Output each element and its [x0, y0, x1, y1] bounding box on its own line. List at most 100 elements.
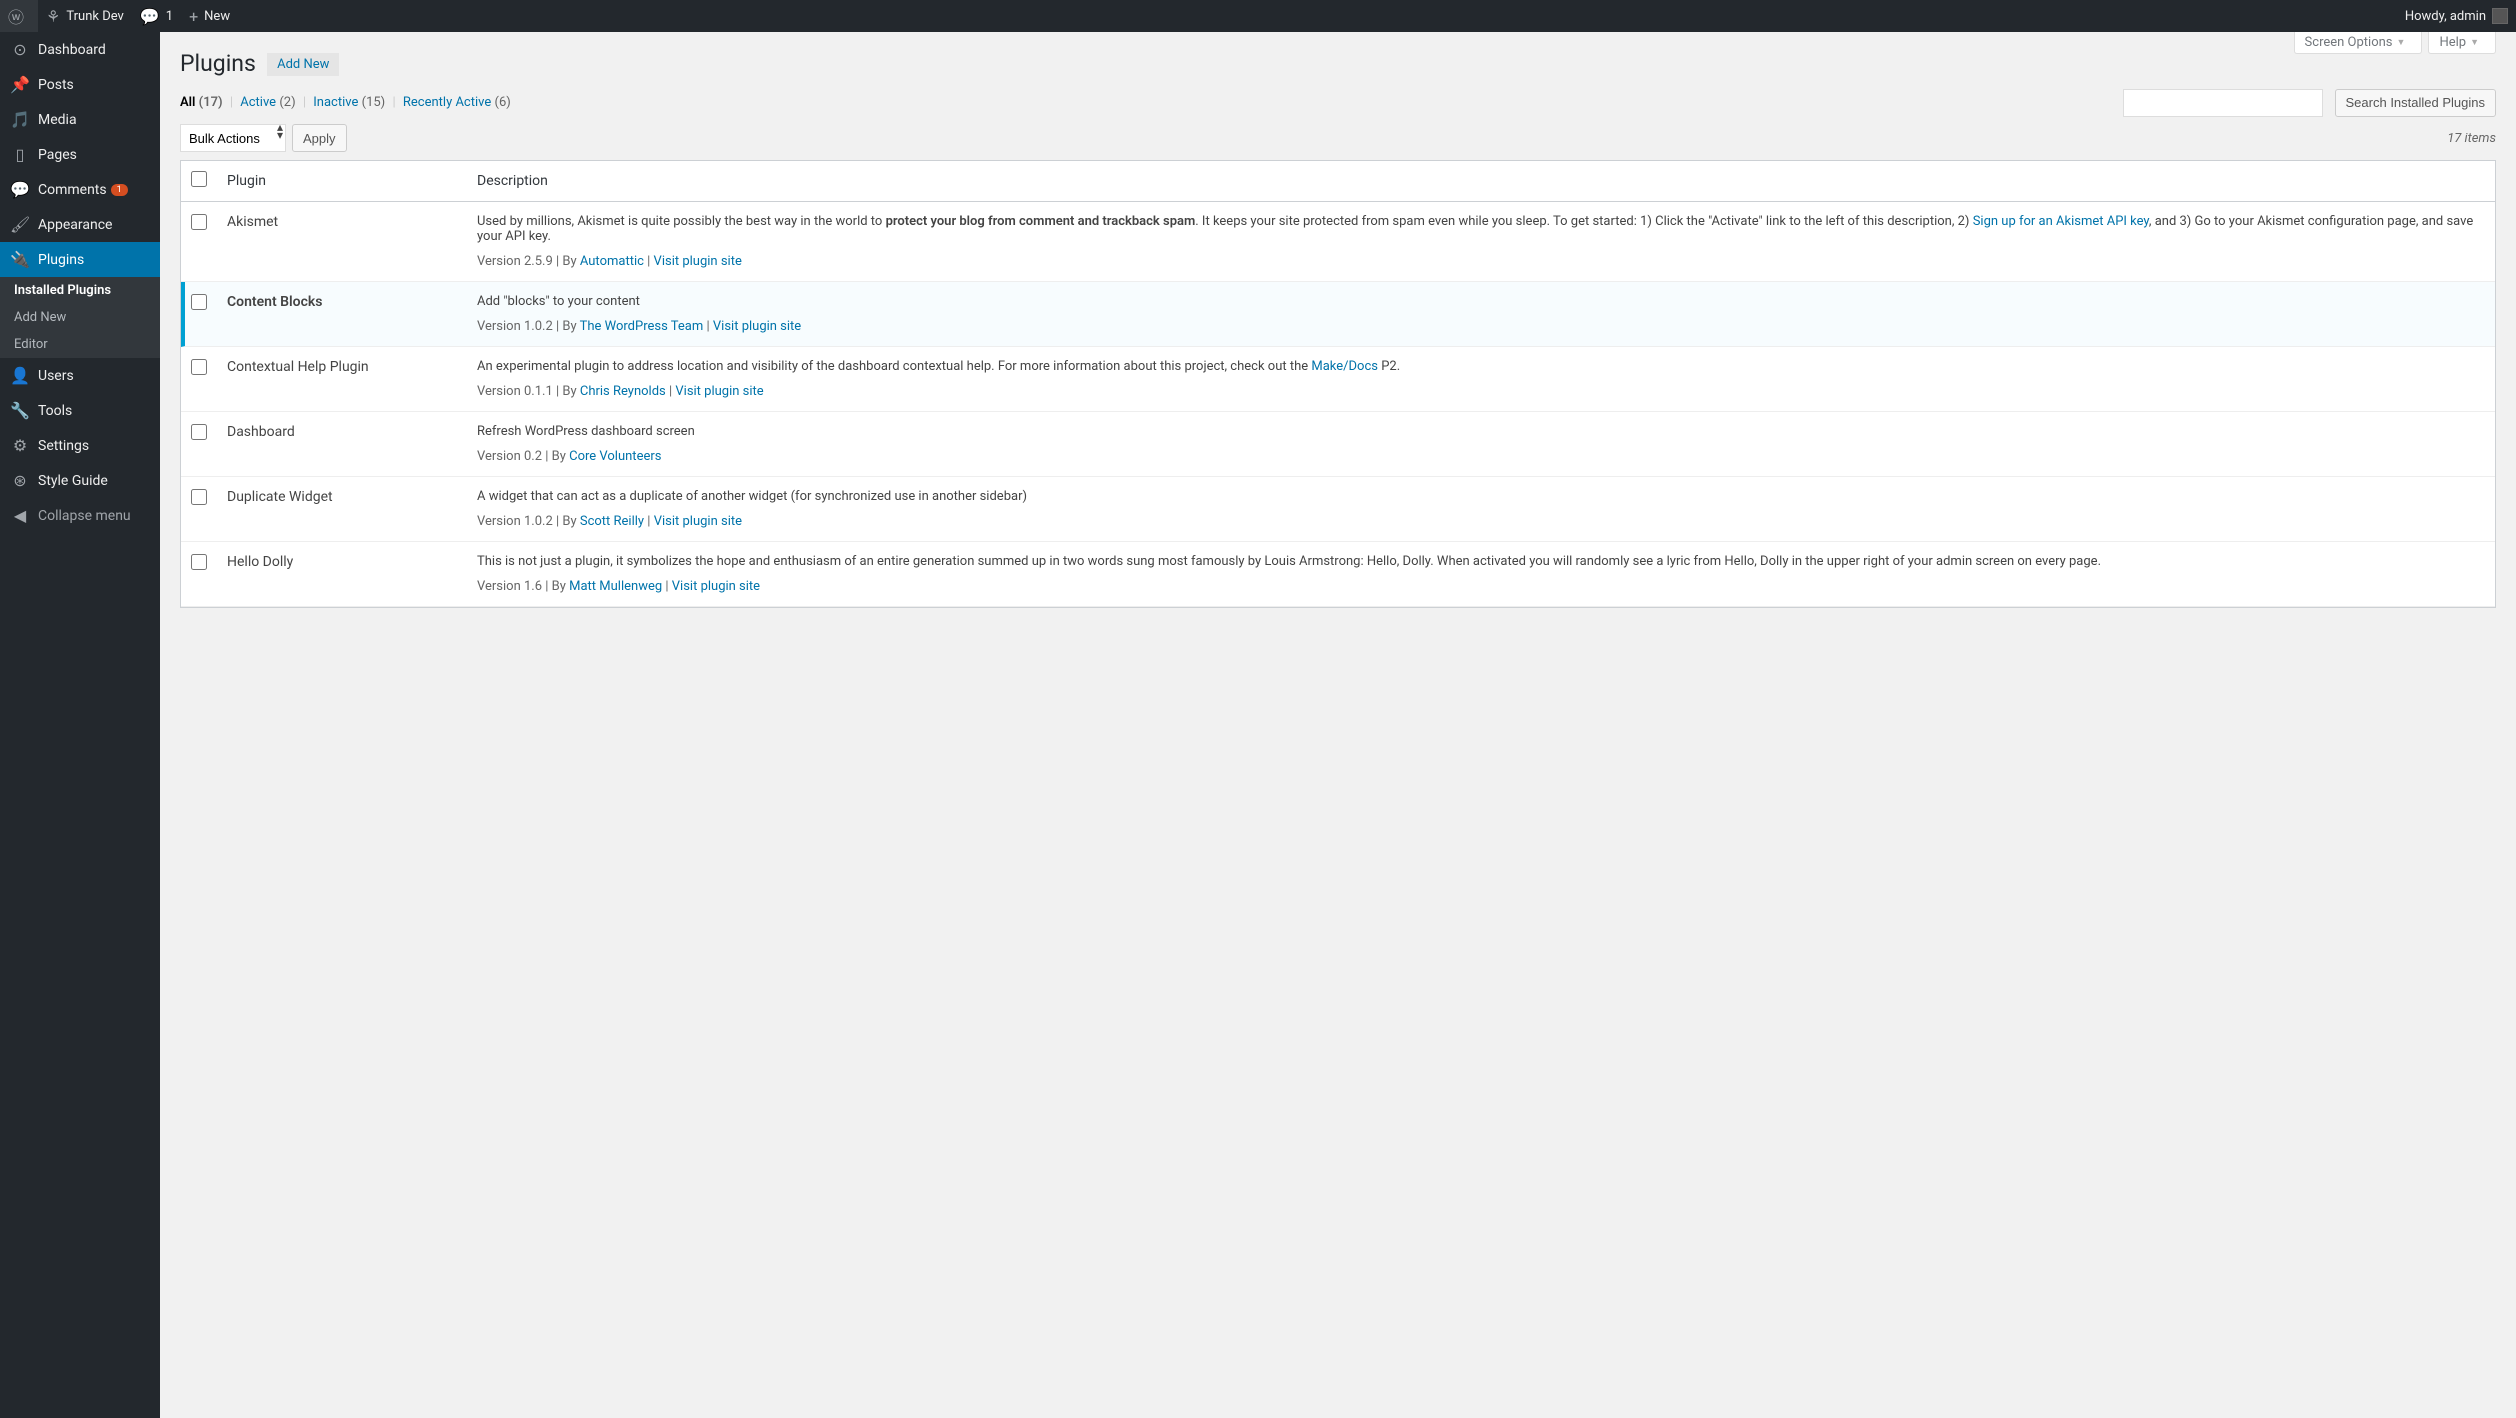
select-all-checkbox[interactable] [191, 171, 207, 187]
plugin-description: Add "blocks" to your content [477, 294, 2485, 309]
site-name-link[interactable]: ⚘Trunk Dev [38, 0, 132, 32]
filter-links: All (17) | Active (2) | Inactive (15) | … [180, 95, 511, 110]
menu-pages[interactable]: ▯Pages [0, 137, 160, 172]
col-description: Description [467, 161, 2495, 202]
plugin-author-link[interactable]: Chris Reynolds [580, 384, 666, 399]
plugin-description: Used by millions, Akismet is quite possi… [477, 214, 2485, 244]
plugin-row: Duplicate Widget A widget that can act as… [181, 477, 2495, 542]
screen-options-toggle[interactable]: Screen Options▼ [2294, 32, 2423, 54]
plugin-desc-link[interactable]: Make/Docs [1311, 359, 1378, 374]
plugin-name: Hello Dolly [217, 542, 467, 607]
admin-bar: ⓦ ⚘Trunk Dev 💬1 + New Howdy, admin [0, 0, 2516, 32]
add-new-button[interactable]: Add New [267, 53, 339, 76]
plugin-name: Akismet [217, 202, 467, 282]
chevron-down-icon: ▼ [2470, 37, 2479, 48]
wp-logo[interactable]: ⓦ [0, 0, 38, 32]
plugin-icon: 🔌 [10, 250, 30, 269]
plugin-name: Contextual Help Plugin [217, 347, 467, 412]
plugin-row: DashboardRefresh WordPress dashboard scr… [181, 412, 2495, 477]
chevron-down-icon: ▼ [2397, 37, 2406, 48]
new-content-link[interactable]: + New [181, 0, 238, 32]
pin-icon: 📌 [10, 75, 30, 94]
plugin-desc-link[interactable]: Sign up for an Akismet API key [1973, 214, 2149, 229]
plugin-meta: Version 1.0.2 | By The WordPress Team | … [477, 319, 2485, 334]
sliders-icon: ⚙ [10, 436, 30, 455]
plugin-name: Duplicate Widget [217, 477, 467, 542]
plugin-author-link[interactable]: Matt Mullenweg [569, 579, 662, 594]
user-icon: 👤 [10, 366, 30, 385]
menu-media[interactable]: 🎵Media [0, 102, 160, 137]
visit-plugin-link[interactable]: Visit plugin site [654, 254, 742, 269]
plugin-author-link[interactable]: Core Volunteers [569, 449, 661, 464]
plugin-checkbox[interactable] [191, 554, 207, 570]
plugin-meta: Version 2.5.9 | By Automattic | Visit pl… [477, 254, 2485, 269]
plugins-submenu: Installed Plugins Add New Editor [0, 277, 160, 358]
screen-meta-links: Screen Options▼ Help▼ [2294, 32, 2496, 54]
menu-users[interactable]: 👤Users [0, 358, 160, 393]
plugin-description: Refresh WordPress dashboard screen [477, 424, 2485, 439]
plugin-author-link[interactable]: Automattic [580, 254, 644, 269]
plugin-checkbox[interactable] [191, 424, 207, 440]
plugin-description-cell: Refresh WordPress dashboard screenVersio… [467, 412, 2495, 477]
tablenav-top: Bulk Actions Apply 17 items [180, 124, 2496, 152]
visit-plugin-link[interactable]: Visit plugin site [675, 384, 763, 399]
help-toggle[interactable]: Help▼ [2428, 32, 2496, 54]
plugin-checkbox[interactable] [191, 294, 207, 310]
dashboard-icon: ⊙ [10, 40, 30, 59]
search-input[interactable] [2123, 89, 2323, 117]
comment-icon: 💬 [140, 7, 160, 26]
plugin-row: Akismet Used by millions, Akismet is quit… [181, 202, 2495, 282]
submenu-add-new[interactable]: Add New [0, 304, 160, 331]
plugin-meta: Version 1.6 | By Matt Mullenweg | Visit … [477, 579, 2485, 594]
items-count: 17 items [2447, 131, 2496, 146]
submenu-editor[interactable]: Editor [0, 331, 160, 358]
bulk-actions-select[interactable]: Bulk Actions [180, 124, 286, 152]
submenu-installed-plugins[interactable]: Installed Plugins [0, 277, 160, 304]
media-icon: 🎵 [10, 110, 30, 129]
page-icon: ▯ [10, 145, 30, 164]
plugin-checkbox[interactable] [191, 489, 207, 505]
menu-comments[interactable]: 💬Comments1 [0, 172, 160, 207]
brush-icon: 🖌 [10, 215, 30, 234]
comments-link[interactable]: 💬1 [132, 0, 181, 32]
plugin-author-link[interactable]: Scott Reilly [580, 514, 644, 529]
menu-appearance[interactable]: 🖌Appearance [0, 207, 160, 242]
menu-dashboard[interactable]: ⊙Dashboard [0, 32, 160, 67]
plugin-description: A widget that can act as a duplicate of … [477, 489, 2485, 504]
plugin-description: An experimental plugin to address locati… [477, 359, 2485, 374]
menu-posts[interactable]: 📌Posts [0, 67, 160, 102]
filter-recently-active[interactable]: Recently Active (6) [403, 95, 511, 110]
collapse-icon: ◀ [10, 506, 30, 525]
plugin-meta: Version 0.1.1 | By Chris Reynolds | Visi… [477, 384, 2485, 399]
menu-tools[interactable]: 🔧Tools [0, 393, 160, 428]
search-button[interactable]: Search Installed Plugins [2335, 89, 2496, 117]
collapse-menu[interactable]: ◀Collapse menu [0, 498, 160, 533]
plugin-description-cell: Add "blocks" to your content Version 1.0.… [467, 282, 2495, 347]
apply-button[interactable]: Apply [292, 124, 347, 152]
new-label: New [204, 9, 230, 24]
plus-icon: + [189, 7, 198, 26]
plugin-description-cell: A widget that can act as a duplicate of … [467, 477, 2495, 542]
plugin-description-cell: This is not just a plugin, it symbolizes… [467, 542, 2495, 607]
menu-plugins[interactable]: 🔌Plugins [0, 242, 160, 277]
filter-inactive[interactable]: Inactive (15) [313, 95, 385, 110]
plugin-description: This is not just a plugin, it symbolizes… [477, 554, 2485, 569]
visit-plugin-link[interactable]: Visit plugin site [654, 514, 742, 529]
plugin-checkbox[interactable] [191, 359, 207, 375]
plugin-row: Contextual Help Plugin An experimental pl… [181, 347, 2495, 412]
visit-plugin-link[interactable]: Visit plugin site [672, 579, 760, 594]
visit-plugin-link[interactable]: Visit plugin site [713, 319, 801, 334]
filter-all[interactable]: All (17) [180, 95, 223, 110]
plugin-checkbox[interactable] [191, 214, 207, 230]
my-account[interactable]: Howdy, admin [2397, 0, 2516, 32]
search-box: Search Installed Plugins [2123, 89, 2496, 117]
menu-settings[interactable]: ⚙Settings [0, 428, 160, 463]
admin-menu: ⊙Dashboard 📌Posts 🎵Media ▯Pages 💬Comment… [0, 32, 160, 1418]
plugins-table: Plugin Description AkismetUsed by millio… [180, 160, 2496, 608]
filter-active[interactable]: Active (2) [240, 95, 295, 110]
comment-icon: 💬 [10, 180, 30, 199]
plugin-row: Hello Dolly This is not just a plugin, it… [181, 542, 2495, 607]
plugin-author-link[interactable]: The WordPress Team [580, 319, 704, 334]
menu-style-guide[interactable]: ⊛Style Guide [0, 463, 160, 498]
plugin-row: Content BlocksAdd "blocks" to your conte… [181, 282, 2495, 347]
